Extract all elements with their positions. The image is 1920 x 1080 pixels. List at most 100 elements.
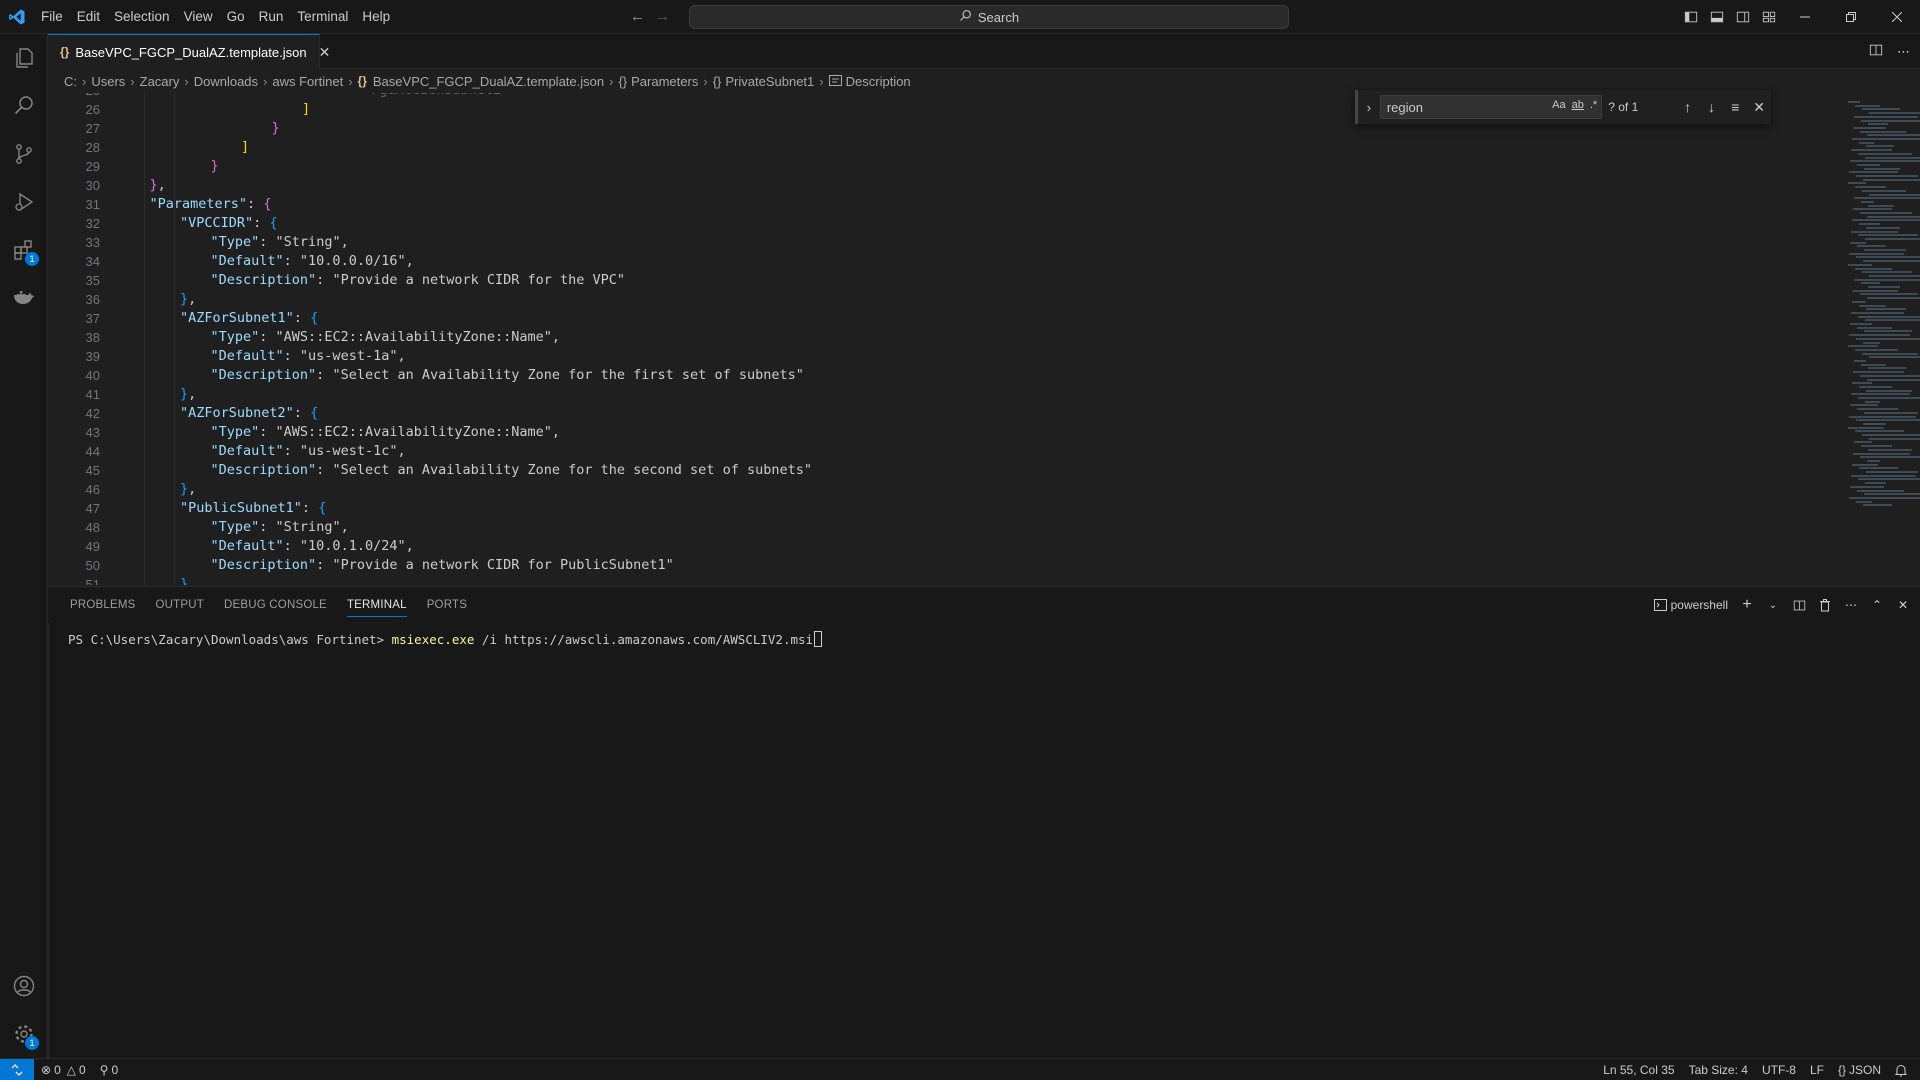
terminal-shell-selector[interactable]: powershell xyxy=(1650,594,1732,616)
code-line: }, xyxy=(149,177,166,193)
terminal-content[interactable]: PS C:\Users\Zacary\Downloads\aws Fortine… xyxy=(68,631,823,647)
error-icon: ⊗ xyxy=(41,1062,52,1077)
next-match-arrow-down-icon[interactable]: ↓ xyxy=(1700,99,1724,115)
breadcrumb-file[interactable]: BaseVPC_FGCP_DualAZ.template.json xyxy=(373,74,604,89)
breadcrumb-drive[interactable]: C: xyxy=(64,74,77,89)
cursor-position[interactable]: Ln 55, Col 35 xyxy=(1596,1063,1681,1077)
indent-guide xyxy=(144,93,145,585)
remote-indicator-icon[interactable] xyxy=(0,1058,34,1080)
run-debug-icon[interactable] xyxy=(0,178,48,226)
vscode-logo-icon xyxy=(0,0,34,34)
menu-view[interactable]: View xyxy=(177,0,220,34)
menu-run[interactable]: Run xyxy=(252,0,291,34)
back-arrow-icon[interactable]: ← xyxy=(630,8,645,25)
source-control-icon[interactable] xyxy=(0,130,48,178)
more-actions-icon[interactable]: ⋯ xyxy=(1897,44,1910,60)
toggle-secondary-sidebar-icon[interactable] xyxy=(1730,0,1756,34)
explorer-icon[interactable] xyxy=(0,34,48,82)
close-find-icon[interactable]: ✕ xyxy=(1747,99,1771,116)
end-of-line[interactable]: LF xyxy=(1803,1063,1831,1077)
docker-icon[interactable] xyxy=(0,274,48,322)
breadcrumb-downloads[interactable]: Downloads xyxy=(194,74,258,89)
line-number: 28 xyxy=(85,140,100,155)
notifications-bell-icon[interactable] xyxy=(1888,1064,1914,1077)
find-in-selection-icon[interactable]: ≡ xyxy=(1723,99,1747,115)
command-center-search[interactable]: Search xyxy=(689,5,1289,29)
regex-icon[interactable]: .* xyxy=(1590,99,1597,111)
menu-selection[interactable]: Selection xyxy=(107,0,177,34)
menu-edit[interactable]: Edit xyxy=(70,0,107,34)
tab-debug-console[interactable]: DEBUG CONSOLE xyxy=(214,587,337,623)
menu-terminal[interactable]: Terminal xyxy=(290,0,355,34)
minimap-line xyxy=(1858,478,1920,481)
minimap-line xyxy=(1865,482,1886,485)
match-case-icon[interactable]: Aa xyxy=(1552,99,1565,111)
minimap[interactable] xyxy=(1838,93,1920,585)
chevron-right-icon: › xyxy=(609,73,614,89)
tab-output[interactable]: OUTPUT xyxy=(146,587,214,623)
breadcrumb-parameters[interactable]: Parameters xyxy=(631,74,698,89)
close-panel-icon[interactable]: ✕ xyxy=(1892,594,1914,616)
minimap-line xyxy=(1865,237,1920,240)
previous-match-arrow-up-icon[interactable]: ↑ xyxy=(1676,99,1700,115)
minimap-line xyxy=(1850,160,1920,163)
ports-status[interactable]: ⚲ 0 xyxy=(93,1063,125,1077)
terminal-prompt: PS C:\Users\Zacary\Downloads\aws Fortine… xyxy=(68,632,392,647)
encoding[interactable]: UTF-8 xyxy=(1755,1063,1803,1077)
editor-tab-active[interactable]: {} BaseVPC_FGCP_DualAZ.template.json ✕ xyxy=(48,34,330,69)
breadcrumb-description[interactable]: Description xyxy=(846,74,911,89)
minimap-line xyxy=(1869,437,1920,440)
tab-problems[interactable]: PROBLEMS xyxy=(60,587,146,623)
close-tab-icon[interactable]: ✕ xyxy=(319,44,331,61)
kill-terminal-trash-icon[interactable] xyxy=(1814,594,1836,616)
problems-status[interactable]: ⊗ 0 △ 0 xyxy=(34,1063,93,1077)
breadcrumb-folder[interactable]: aws Fortinet xyxy=(272,74,343,89)
minimap-line xyxy=(1862,352,1918,355)
maximize-panel-chevron-up-icon[interactable]: ⌃ xyxy=(1866,594,1888,616)
forward-arrow-icon[interactable]: → xyxy=(655,8,670,25)
search-label: Search xyxy=(977,9,1020,25)
indentation[interactable]: Tab Size: 4 xyxy=(1682,1063,1755,1077)
new-terminal-plus-icon[interactable]: + xyxy=(1736,594,1758,616)
code-line: "Default": "10.0.0.0/16", xyxy=(210,253,414,269)
toggle-primary-sidebar-icon[interactable] xyxy=(1678,0,1704,34)
minimap-line xyxy=(1849,171,1898,174)
breadcrumb-privatesubnet1[interactable]: PrivateSubnet1 xyxy=(725,74,814,89)
accounts-icon[interactable] xyxy=(0,962,48,1010)
split-terminal-icon[interactable] xyxy=(1788,594,1810,616)
find-input[interactable]: region Aa ab .* xyxy=(1379,95,1603,119)
minimize-icon[interactable] xyxy=(1782,0,1828,34)
title-bar: File Edit Selection View Go Run Terminal… xyxy=(0,0,1920,34)
ports-antenna-icon: ⚲ xyxy=(99,1062,109,1077)
launch-profile-chevron-down-icon[interactable]: ⌄ xyxy=(1762,594,1784,616)
menu-help[interactable]: Help xyxy=(355,0,397,34)
extensions-icon[interactable]: 1 xyxy=(0,226,48,274)
match-whole-word-icon[interactable]: ab xyxy=(1572,99,1584,111)
split-editor-icon[interactable] xyxy=(1869,43,1883,60)
line-number: 45 xyxy=(85,463,100,478)
breadcrumb-zacary[interactable]: Zacary xyxy=(140,74,180,89)
toggle-replace-chevron-icon[interactable]: › xyxy=(1358,100,1380,115)
minimap-line xyxy=(1856,175,1918,177)
minimap-line xyxy=(1848,426,1884,429)
breadcrumb-users[interactable]: Users xyxy=(91,74,125,89)
language-mode[interactable]: {} JSON xyxy=(1831,1063,1888,1077)
minimap-line xyxy=(1863,341,1880,344)
line-number: 25 xyxy=(48,93,100,100)
customize-layout-icon[interactable] xyxy=(1756,0,1782,34)
close-window-icon[interactable] xyxy=(1874,0,1920,34)
manage-gear-icon[interactable]: 1 xyxy=(0,1010,48,1058)
search-view-icon[interactable] xyxy=(0,82,48,130)
menu-file[interactable]: File xyxy=(34,0,70,34)
menu-go[interactable]: Go xyxy=(220,0,252,34)
minimap-line xyxy=(1856,419,1920,422)
minimap-line xyxy=(1859,223,1880,226)
more-actions-icon[interactable]: ⋯ xyxy=(1840,594,1862,616)
restore-icon[interactable] xyxy=(1828,0,1874,34)
code-editor[interactable]: 25 26 27 28 29 30 31 32 33 34 35 36 37 38 39 40 41 42 43 44… xyxy=(48,93,1920,585)
toggle-panel-icon[interactable] xyxy=(1704,0,1730,34)
tab-terminal[interactable]: TERMINAL xyxy=(337,587,417,623)
tab-ports[interactable]: PORTS xyxy=(417,587,477,623)
minimap-line xyxy=(1852,463,1878,466)
code-line: "Description": "Select an Availability Z… xyxy=(210,462,812,478)
